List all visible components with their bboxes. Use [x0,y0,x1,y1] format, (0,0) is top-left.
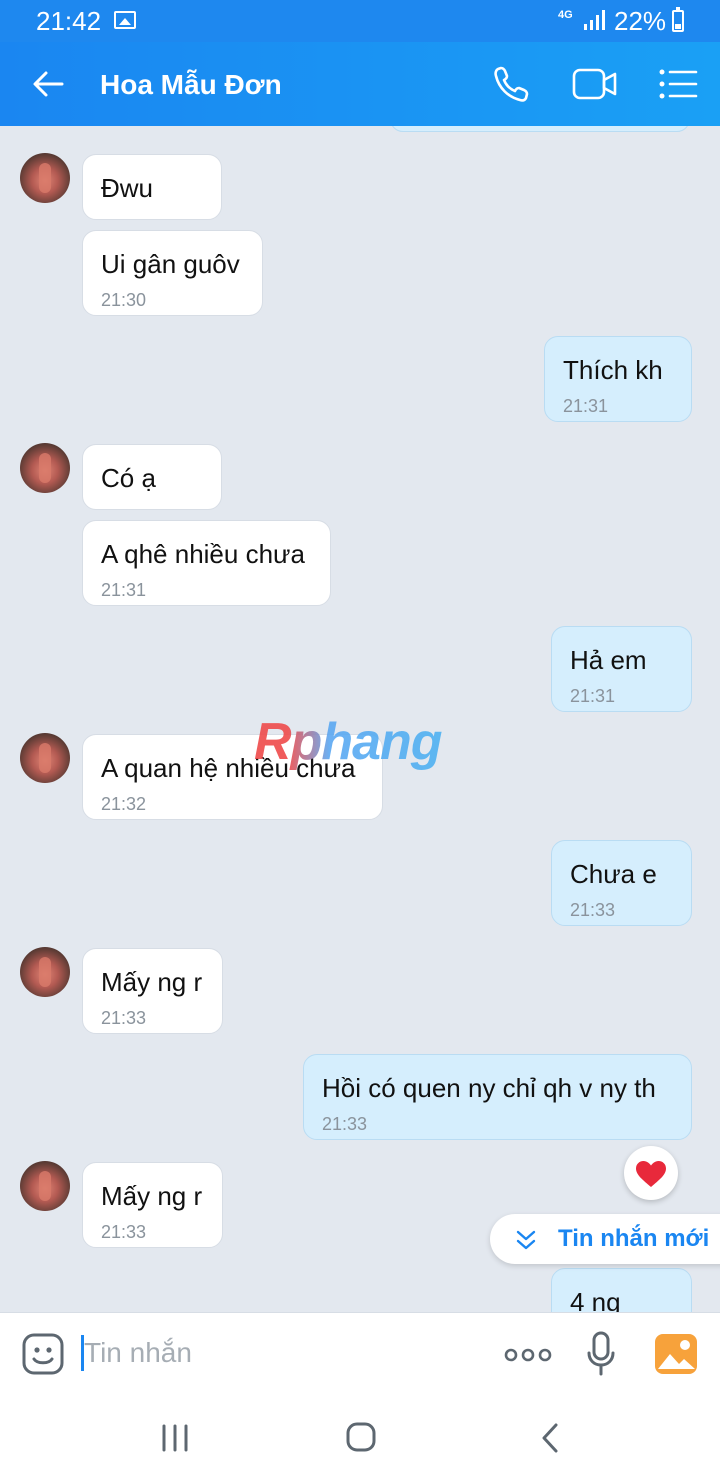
signal-icon [584,10,606,30]
message-time: 21:33 [322,1114,368,1134]
message-bubble-incoming[interactable]: Mấy ng r 21:33 [82,1162,223,1248]
message-bubble-incoming[interactable]: A qhê nhiều chưa 21:31 [82,520,331,606]
message-bubble-outgoing[interactable]: Hả em 21:31 [551,626,692,712]
new-messages-label: Tin nhắn mới [558,1225,710,1252]
system-nav-bar [0,1398,720,1480]
back-arrow-icon[interactable] [30,66,66,102]
contact-avatar[interactable] [20,153,70,203]
previous-message-bubble[interactable] [390,126,690,132]
video-call-icon[interactable] [572,66,618,102]
phone-icon[interactable] [492,64,532,104]
back-icon[interactable] [538,1422,562,1454]
message-time: 21:31 [563,396,609,416]
battery-percentage: 22% [614,6,667,36]
recent-apps-icon[interactable] [160,1424,190,1452]
menu-list-icon[interactable] [658,66,698,102]
contact-avatar[interactable] [20,947,70,997]
message-bubble-outgoing[interactable]: Thích kh 21:31 [544,336,692,422]
message-bubble-outgoing[interactable]: 4 ng [551,1268,692,1312]
message-time: 21:31 [101,580,147,600]
message-time: 21:33 [570,900,616,920]
contact-name[interactable]: Hoa Mẫu Đơn [100,69,282,101]
message-text: 4 ng [570,1287,621,1312]
new-messages-button[interactable]: Tin nhắn mới [490,1214,720,1264]
message-bubble-incoming[interactable]: Đwu [82,154,222,220]
microphone-icon[interactable] [586,1331,616,1377]
message-time: 21:33 [101,1008,147,1028]
message-list[interactable]: Đwu Ui gân guôv 21:30 Thích kh 21:31 Có … [0,126,720,1312]
gallery-notification-icon [114,11,136,29]
network-type: 4G [558,9,573,21]
message-bubble-outgoing[interactable]: Hồi có quen ny chỉ qh v ny th 21:33 [303,1054,692,1140]
message-text: Đwu [101,173,154,203]
message-text: Có ạ [101,463,156,493]
message-time: 21:33 [101,1222,147,1242]
message-composer [0,1312,720,1398]
message-bubble-incoming[interactable]: Có ạ [82,444,222,510]
message-text: Ui gân guôv [101,249,240,279]
heart-icon [636,1161,666,1187]
message-text: Thích kh [563,355,663,385]
double-chevron-down-icon [516,1230,536,1250]
message-bubble-incoming[interactable]: Mấy ng r 21:33 [82,948,223,1034]
message-text: Chưa e [570,859,657,889]
more-options-icon[interactable] [504,1347,552,1363]
contact-avatar[interactable] [20,733,70,783]
message-text: Mấy ng r [101,1181,203,1211]
message-text: A qhê nhiều chưa [101,539,305,569]
message-input[interactable] [84,1331,464,1375]
message-time: 21:31 [570,686,616,706]
sticker-emoji-icon[interactable] [22,1333,64,1375]
message-text: Hồi có quen ny chỉ qh v ny th [322,1073,656,1103]
message-bubble-incoming[interactable]: Ui gân guôv 21:30 [82,230,263,316]
message-text: Mấy ng r [101,967,203,997]
message-time: 21:30 [101,290,147,310]
status-time: 21:42 [36,6,102,36]
contact-avatar[interactable] [20,1161,70,1211]
contact-avatar[interactable] [20,443,70,493]
message-text: Hả em [570,645,647,675]
chat-header: Hoa Mẫu Đơn [0,42,720,126]
react-heart-button[interactable] [624,1146,678,1200]
home-icon[interactable] [346,1422,376,1452]
watermark: Rphang [254,713,443,771]
status-bar: 21:42 4G 22% [0,0,720,42]
battery-icon [672,7,684,32]
photo-gallery-icon[interactable] [654,1333,698,1375]
message-bubble-outgoing[interactable]: Chưa e 21:33 [551,840,692,926]
message-time: 21:32 [101,794,147,814]
